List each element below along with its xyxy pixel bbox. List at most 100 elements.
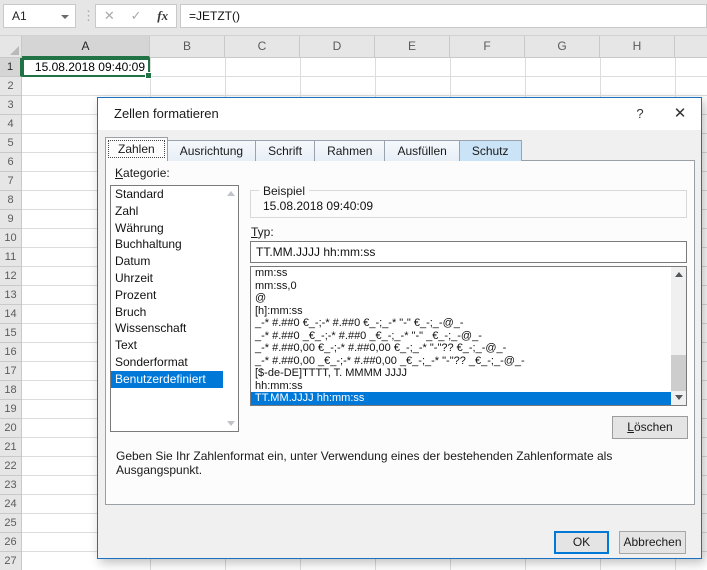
close-button[interactable]: ✕ [663,98,697,129]
ok-button[interactable]: OK [554,531,609,554]
category-item[interactable]: Bruch [111,304,223,321]
cancel-icon[interactable]: ✕ [104,8,115,24]
row-header-26[interactable]: 26 [0,533,22,552]
row-header-8[interactable]: 8 [0,191,22,210]
row-header-5[interactable]: 5 [0,134,22,153]
scroll-up-icon[interactable] [672,268,685,281]
category-item[interactable]: Buchhaltung [111,236,223,253]
tab-ausrichtung[interactable]: Ausrichtung [167,140,256,161]
row-header-15[interactable]: 15 [0,324,22,343]
tab-page-zahlen: Kategorie: StandardZahlWährungBuchhaltun… [105,160,695,505]
row-header-6[interactable]: 6 [0,153,22,172]
column-header-b[interactable]: B [150,36,225,58]
format-scrollbar[interactable] [671,267,686,405]
row-headers: 1234567891011121314151617181920212223242… [0,58,22,570]
column-header-g[interactable]: G [525,36,600,58]
row-header-27[interactable]: 27 [0,552,22,570]
format-item[interactable]: _-* #.##0 €_-;-* #.##0 €_-;_-* "-" €_-;_… [251,317,671,330]
category-item[interactable]: Prozent [111,287,223,304]
delete-button[interactable]: Löschen [612,416,688,439]
enter-icon[interactable]: ✓ [131,8,142,24]
select-all-corner[interactable] [0,36,22,58]
format-item[interactable]: [h]:mm:ss [251,305,671,318]
format-item[interactable]: _-* #.##0,00 €_-;-* #.##0,00 €_-;_-* "-"… [251,342,671,355]
row-header-14[interactable]: 14 [0,305,22,324]
category-items: StandardZahlWährungBuchhaltungDatumUhrze… [111,186,238,388]
row-header-16[interactable]: 16 [0,343,22,362]
format-item[interactable]: hh:mm:ss [251,380,671,393]
category-item[interactable]: Zahl [111,203,223,220]
row-header-17[interactable]: 17 [0,362,22,381]
row-header-24[interactable]: 24 [0,495,22,514]
category-item[interactable]: Text [111,337,223,354]
category-listbox[interactable]: StandardZahlWährungBuchhaltungDatumUhrze… [110,185,239,432]
row-header-23[interactable]: 23 [0,476,22,495]
type-label: Typ: [251,225,274,239]
column-header-d[interactable]: D [300,36,375,58]
format-item[interactable]: mm:ss,0 [251,280,671,293]
row-header-25[interactable]: 25 [0,514,22,533]
name-box[interactable]: A1 [3,4,76,28]
row-header-2[interactable]: 2 [0,77,22,96]
scrollbar-thumb[interactable] [671,355,686,391]
row-header-11[interactable]: 11 [0,248,22,267]
row-header-21[interactable]: 21 [0,438,22,457]
row-header-12[interactable]: 12 [0,267,22,286]
active-cell-a1[interactable]: 15.08.2018 09:40:09 [22,58,150,77]
row-header-18[interactable]: 18 [0,381,22,400]
format-listbox[interactable]: mm:ssmm:ss,0@[h]:mm:ss_-* #.##0 €_-;-* #… [250,266,687,406]
column-header-h[interactable]: H [600,36,675,58]
help-button[interactable]: ? [623,98,657,129]
format-item[interactable]: _-* #.##0,00 _€_-;-* #.##0,00 _€_-;_-* "… [251,355,671,368]
row-header-20[interactable]: 20 [0,419,22,438]
format-item[interactable]: [$-de-DE]TTTT, T. MMMM JJJJ [251,367,671,380]
formula-bar-strip: A1 ⋮ ✕ ✓ fx =JETZT() [0,0,707,35]
example-label: Beispiel [259,184,309,198]
category-item[interactable]: Standard [111,186,223,203]
format-item[interactable]: _-* #.##0 _€_-;-* #.##0 _€_-;_-* "-" _€_… [251,330,671,343]
fill-handle[interactable] [145,72,152,79]
scroll-up-icon[interactable] [224,187,237,200]
row-header-9[interactable]: 9 [0,210,22,229]
row-header-13[interactable]: 13 [0,286,22,305]
format-item[interactable]: TT.MM.JJJJ hh:mm:ss [251,392,671,405]
name-box-dropdown-icon[interactable] [61,15,69,19]
cancel-button[interactable]: Abbrechen [619,531,686,554]
format-item[interactable]: mm:ss [251,267,671,280]
dialog-titlebar[interactable]: Zellen formatieren ? ✕ [98,98,701,130]
category-item[interactable]: Benutzerdefiniert [111,371,223,388]
category-item[interactable]: Sonderformat [111,354,223,371]
column-header-e[interactable]: E [375,36,450,58]
row-header-22[interactable]: 22 [0,457,22,476]
category-item[interactable]: Datum [111,253,223,270]
category-item[interactable]: Wissenschaft [111,320,223,337]
format-item[interactable]: @ [251,292,671,305]
type-input[interactable]: TT.MM.JJJJ hh:mm:ss [250,241,687,263]
category-label: Kategorie: [115,166,170,180]
dialog-tabs: ZahlenAusrichtungSchriftRahmenAusfüllenS… [105,137,521,161]
row-header-10[interactable]: 10 [0,229,22,248]
tab-ausfüllen[interactable]: Ausfüllen [384,140,459,161]
name-box-value: A1 [12,9,27,23]
column-header-a[interactable]: A [22,36,150,58]
row-header-1[interactable]: 1 [0,58,22,77]
tab-schutz[interactable]: Schutz [459,140,522,161]
category-item[interactable]: Währung [111,220,223,237]
column-header-f[interactable]: F [450,36,525,58]
row-header-4[interactable]: 4 [0,115,22,134]
row-header-19[interactable]: 19 [0,400,22,419]
insert-function-icon[interactable]: fx [157,8,168,24]
category-item[interactable]: Uhrzeit [111,270,223,287]
tab-rahmen[interactable]: Rahmen [314,140,385,161]
scroll-down-icon[interactable] [224,417,237,430]
tab-zahlen[interactable]: Zahlen [105,137,168,161]
column-header-c[interactable]: C [225,36,300,58]
row-header-3[interactable]: 3 [0,96,22,115]
scroll-down-icon[interactable] [672,391,685,404]
row-header-7[interactable]: 7 [0,172,22,191]
category-scrollbar[interactable] [223,186,238,431]
formula-text: =JETZT() [189,9,240,23]
formula-bar-input[interactable]: =JETZT() [180,4,707,28]
active-cell-value: 15.08.2018 09:40:09 [35,60,145,74]
tab-schrift[interactable]: Schrift [255,140,315,161]
